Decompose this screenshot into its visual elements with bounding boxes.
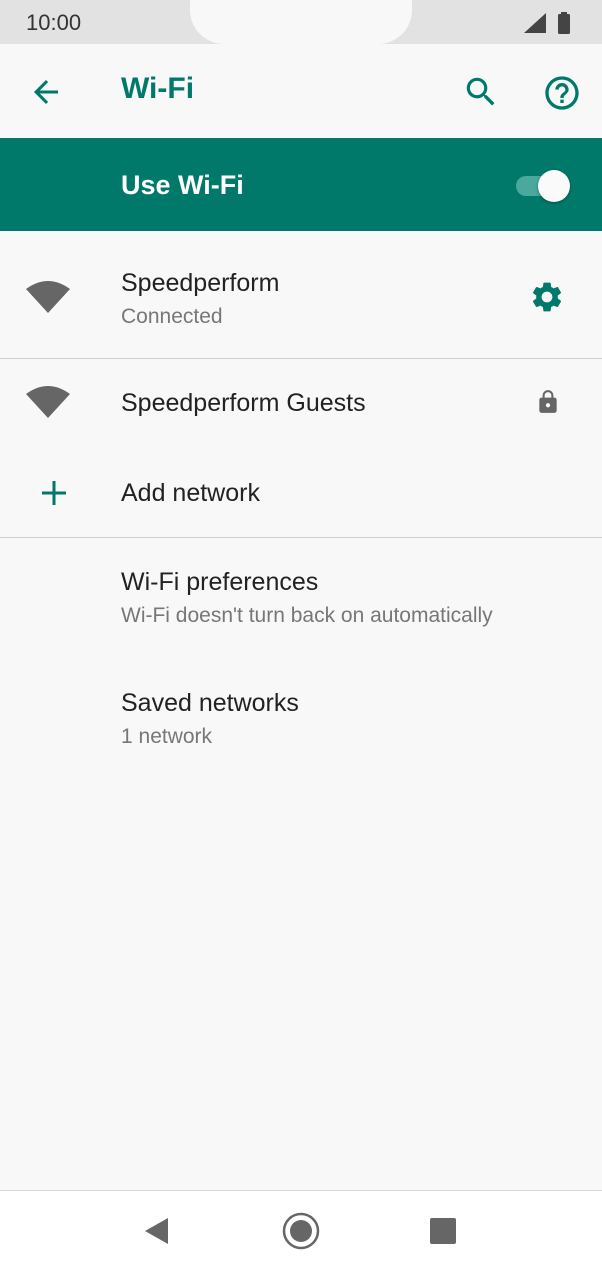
wifi-icon [26, 281, 70, 313]
network-item-speedperform[interactable]: Speedperform Connected [0, 231, 602, 358]
wifi-toggle[interactable] [514, 169, 572, 202]
gear-icon[interactable] [529, 279, 565, 315]
lock-icon [539, 390, 557, 413]
status-bar: 10:00 [0, 0, 602, 44]
nav-home-icon[interactable] [281, 1211, 321, 1251]
system-nav-bar [0, 1190, 602, 1271]
network-item-speedperform-guests[interactable]: Speedperform Guests [0, 359, 602, 449]
add-network-label: Add network [121, 479, 260, 507]
app-bar: Wi-Fi [0, 44, 602, 138]
saved-networks-subtitle: 1 network [121, 725, 213, 748]
display-notch [190, 0, 412, 44]
help-icon[interactable] [542, 73, 582, 113]
battery-icon [558, 12, 570, 34]
network-status: Connected [121, 305, 223, 328]
use-wifi-bar[interactable]: Use Wi-Fi [0, 138, 602, 231]
cellular-signal-icon [524, 13, 546, 33]
add-network-item[interactable]: Add network [0, 449, 602, 537]
nav-back-icon[interactable] [144, 1217, 170, 1245]
toggle-thumb [538, 170, 570, 202]
plus-icon [42, 481, 66, 505]
wifi-preferences-subtitle: Wi-Fi doesn't turn back on automatically [121, 604, 493, 627]
network-name: Speedperform [121, 269, 280, 297]
use-wifi-label: Use Wi-Fi [121, 170, 244, 200]
wifi-preferences-title: Wi-Fi preferences [121, 568, 319, 596]
nav-recents-icon[interactable] [430, 1218, 456, 1244]
status-time: 10:00 [26, 10, 82, 35]
wifi-preferences-item[interactable]: Wi-Fi preferences Wi-Fi doesn't turn bac… [0, 538, 602, 658]
saved-networks-title: Saved networks [121, 689, 299, 717]
page-title: Wi-Fi [121, 72, 195, 105]
back-arrow-icon[interactable] [28, 74, 64, 110]
status-icons [524, 12, 570, 34]
saved-networks-item[interactable]: Saved networks 1 network [0, 658, 602, 778]
network-name: Speedperform Guests [121, 389, 366, 417]
search-icon[interactable] [462, 73, 500, 111]
wifi-icon [26, 386, 70, 418]
